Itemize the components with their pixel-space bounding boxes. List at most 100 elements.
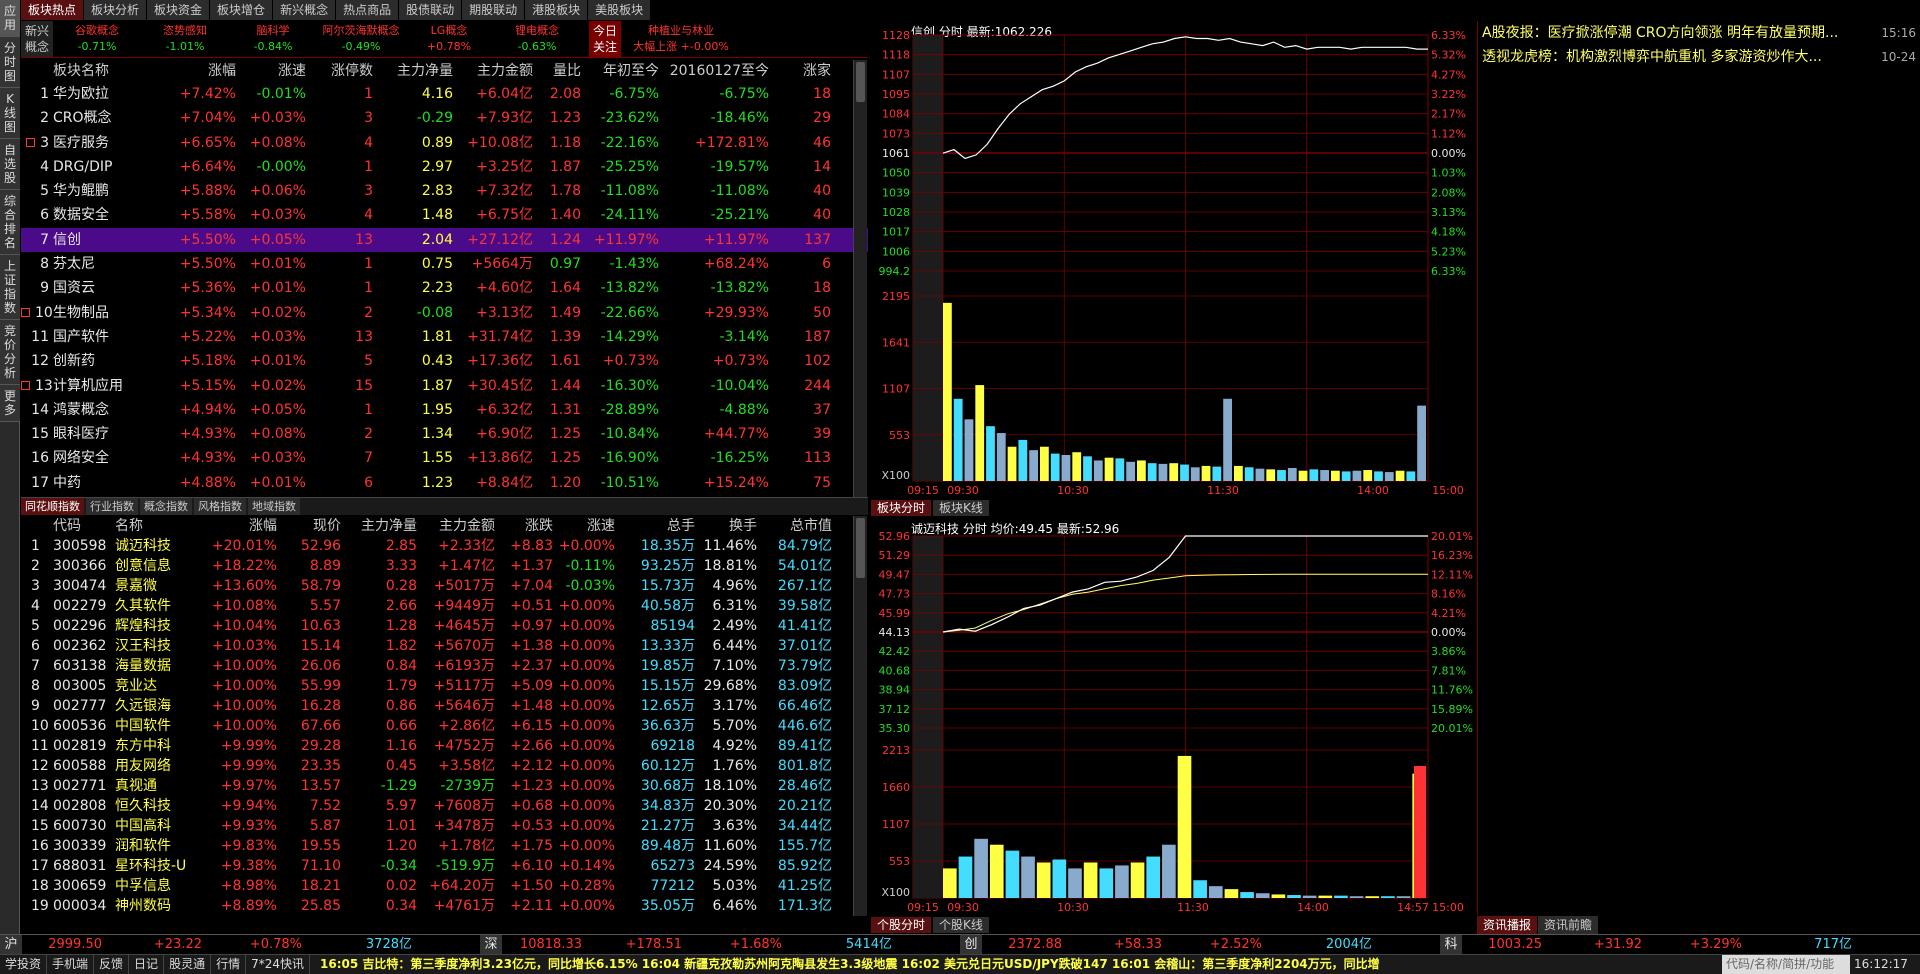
index-tab-1[interactable]: 行业指数	[86, 498, 138, 515]
news-tab-1[interactable]: 资讯前瞻	[1538, 916, 1600, 934]
col-header[interactable]: 年初至今	[581, 60, 659, 82]
sector-chart-tab-0[interactable]: 板块分时	[871, 500, 932, 516]
table-row[interactable]: 2 300366 创意信息 +18.22% 8.89 3.33 +1.47亿 +1.37 -0.…	[21, 556, 868, 576]
col-header[interactable]: 总手	[615, 516, 695, 536]
col-header[interactable]: 总市值	[757, 516, 832, 536]
table-row[interactable]: 13 002771 真视通 +9.97% 13.57 -1.29 -2739万 +1.23 +0…	[21, 776, 868, 796]
table-row[interactable]: 1 300598 诚迈科技 +20.01% 52.96 2.85 +2.33亿 +8.83 +0…	[21, 536, 868, 556]
index-quote[interactable]: 深 10818.33 +178.51 +1.68% 5414亿	[480, 935, 960, 954]
table-row[interactable]: 6 002362 汉王科技 +10.03% 15.14 1.82 +5670万 +1.38 +0…	[21, 636, 868, 656]
table-row[interactable]: 5 002296 辉煌科技 +10.04% 10.63 1.28 +4645万 +0.97 +0…	[21, 616, 868, 636]
top-tab-4[interactable]: 新兴概念	[273, 0, 337, 20]
top-tab-2[interactable]: 板块资金	[147, 0, 211, 20]
index-tab-4[interactable]: 地域指数	[248, 498, 300, 515]
col-header[interactable]: 板块名称	[53, 60, 168, 82]
sector-intraday-chart[interactable]: 信创 分时 最新:1062.226 1128 6.33% 1118 5.32% 1107 4…	[871, 21, 1476, 499]
table-row[interactable]: 15 600730 中国高科 +9.93% 5.87 1.01 +3478万 +0.53 +0.…	[21, 816, 868, 836]
table-row[interactable]: 16 网络安全 +4.93% +0.03% 7 1.55 +13.86亿 1.25 -16.90…	[21, 446, 868, 470]
index-quote[interactable]: 科 1003.25 +31.92 +3.29% 717亿	[1440, 935, 1920, 954]
col-header[interactable]: 现价	[277, 516, 341, 536]
status-item-3[interactable]: 日记	[129, 955, 165, 974]
col-header[interactable]: 涨家	[769, 60, 831, 82]
hot-concept-item[interactable]: 阿尔茨海默概念 -0.49%	[317, 21, 405, 57]
table-row[interactable]: 14 鸿蒙概念 +4.94% +0.05% 1 1.95 +6.32亿 1.31 -28.89%…	[21, 398, 868, 422]
top-tab-9[interactable]: 美股板块	[588, 0, 652, 20]
sector-chart-tab-1[interactable]: 板块K线	[933, 500, 989, 516]
table-row[interactable]: 13 计算机应用 +5.15% +0.02% 15 1.87 +30.45亿 1.44 -16.…	[21, 374, 868, 398]
table-row[interactable]: 17 中药 +4.88% +0.01% 6 1.23 +8.84亿 1.20 -10.51% +1…	[21, 471, 868, 495]
index-tab-0[interactable]: 同花顺指数	[21, 498, 84, 515]
status-item-5[interactable]: 行情	[211, 955, 247, 974]
col-header[interactable]: 名称	[115, 516, 205, 536]
table-row[interactable]: 4 DRG/DIP +6.64% -0.00% 1 2.97 +3.25亿 1.87 -25.2…	[21, 155, 868, 179]
col-header[interactable]	[21, 516, 53, 536]
table-row[interactable]: 11 002819 东方中科 +9.99% 29.28 1.16 +4752万 +2.66 +0…	[21, 736, 868, 756]
col-header[interactable]: 涨幅	[205, 516, 277, 536]
table-row[interactable]: 10 生物制品 +5.34% +0.02% 2 -0.08 +3.13亿 1.49 -22.66…	[21, 301, 868, 325]
news-item[interactable]: A股夜报：医疗掀涨停潮 CRO方向领涨 明年有放量预期... 15:16	[1478, 21, 1920, 45]
table-row[interactable]: 5 华为鲲鹏 +5.88% +0.06% 3 2.83 +7.32亿 1.78 -11.08% -…	[21, 179, 868, 203]
hot-concept-item[interactable]: 脑科学 -0.84%	[229, 21, 317, 57]
col-header[interactable]: 主力金额	[417, 516, 495, 536]
table-row[interactable]: 15 眼科医疗 +4.93% +0.08% 2 1.34 +6.90亿 1.25 -10.84%…	[21, 422, 868, 446]
stock-chart-tab-0[interactable]: 个股分时	[871, 917, 932, 933]
code-search-input[interactable]: 代码/名称/简拼/功能	[1722, 955, 1850, 974]
table-row[interactable]: 8 芬太尼 +5.50% +0.01% 1 0.75 +5664万 0.97 -1.43% +68…	[21, 252, 868, 276]
left-tab-2[interactable]: K线图	[0, 88, 20, 139]
hot-concept-item[interactable]: 锂电概念 -0.63%	[493, 21, 581, 57]
stock-chart-tab-1[interactable]: 个股K线	[933, 917, 989, 933]
index-tab-2[interactable]: 概念指数	[140, 498, 192, 515]
status-item-2[interactable]: 反馈	[94, 955, 130, 974]
top-tab-5[interactable]: 热点商品	[336, 0, 400, 20]
table-row[interactable]: 12 600588 用友网络 +9.99% 23.35 0.45 +3.58亿 +2.12 +0…	[21, 756, 868, 776]
col-header[interactable]: 涨停数	[306, 60, 373, 82]
status-item-6[interactable]: 7*24快讯	[246, 955, 310, 974]
index-quote[interactable]: 创 2372.88 +58.33 +2.52% 2004亿	[960, 935, 1440, 954]
hot-concept-item[interactable]: LG概念 +0.78%	[405, 21, 493, 57]
hot-concept-item[interactable]: 谷歌概念 -0.71%	[53, 21, 141, 57]
table-row[interactable]: 10 600536 中国软件 +10.00% 67.66 0.66 +2.86亿 +6.15 +…	[21, 716, 868, 736]
left-tab-5[interactable]: 上证指数	[0, 255, 20, 320]
col-header[interactable]: 涨速	[236, 60, 306, 82]
col-header[interactable]: 主力净量	[373, 60, 453, 82]
col-header[interactable]: 主力净量	[341, 516, 417, 536]
table-row[interactable]: 7 信创 +5.50% +0.05% 13 2.04 +27.12亿 1.24 +11.97% +…	[21, 227, 868, 253]
sector-table-scrollbar[interactable]	[853, 60, 867, 497]
top-tab-8[interactable]: 港股板块	[525, 0, 589, 20]
top-tab-6[interactable]: 股债联动	[399, 0, 463, 20]
left-tab-1[interactable]: 分时图	[0, 37, 20, 88]
left-tab-0[interactable]: 应用	[0, 0, 20, 37]
table-row[interactable]: 1 华为欧拉 +7.42% -0.01% 1 4.16 +6.04亿 2.08 -6.75% -6…	[21, 82, 868, 106]
table-row[interactable]: 3 300474 景嘉微 +13.60% 58.79 0.28 +5017万 +7.04 -0.…	[21, 576, 868, 596]
news-item[interactable]: 透视龙虎榜：机构激烈博弈中航重机 多家游资炒作大... 10-24	[1478, 45, 1920, 69]
col-header[interactable]: 涨速	[553, 516, 615, 536]
table-row[interactable]: 12 创新药 +5.18% +0.01% 5 0.43 +17.36亿 1.61 +0.73% +…	[21, 349, 868, 373]
table-row[interactable]: 7 603138 海量数据 +10.00% 26.06 0.84 +6193万 +2.37 +0…	[21, 656, 868, 676]
top-tab-3[interactable]: 板块增仓	[210, 0, 274, 20]
status-item-1[interactable]: 手机端	[47, 955, 95, 974]
col-header[interactable]: 代码	[53, 516, 115, 536]
table-row[interactable]: 6 数据安全 +5.58% +0.03% 4 1.48 +6.75亿 1.40 -24.11% -…	[21, 203, 868, 227]
table-row[interactable]: 3 医疗服务 +6.65% +0.08% 4 0.89 +10.08亿 1.18 -22.16%…	[21, 131, 868, 155]
left-tab-6[interactable]: 竞价分析	[0, 320, 20, 385]
col-header[interactable]: 涨跌	[495, 516, 553, 536]
status-item-4[interactable]: 股灵通	[164, 955, 212, 974]
col-header[interactable]: 主力金额	[453, 60, 533, 82]
col-header[interactable]: 涨幅	[168, 60, 236, 82]
col-header[interactable]: 量比	[533, 60, 581, 82]
top-tab-7[interactable]: 期股联动	[462, 0, 526, 20]
index-quote[interactable]: 沪 2999.50 +23.22 +0.78% 3728亿	[0, 935, 480, 954]
left-tab-3[interactable]: 自选股	[0, 139, 20, 190]
table-row[interactable]: 9 002777 久远银海 +10.00% 16.28 0.86 +5646万 +1.48 +0…	[21, 696, 868, 716]
table-row[interactable]: 9 国资云 +5.36% +0.01% 1 2.23 +4.60亿 1.64 -13.82% -1…	[21, 276, 868, 300]
left-tab-4[interactable]: 综合排名	[0, 190, 20, 255]
table-row[interactable]: 11 国产软件 +5.22% +0.03% 13 1.81 +31.74亿 1.39 -14.2…	[21, 325, 868, 349]
table-row[interactable]: 2 CRO概念 +7.04% +0.03% 3 -0.29 +7.93亿 1.23 -23.62…	[21, 106, 868, 130]
col-header[interactable]	[21, 60, 53, 82]
today-focus-item[interactable]: 种植业与林业 大幅上涨 +-0.00%	[621, 21, 741, 57]
table-row[interactable]: 8 003005 竞业达 +10.00% 55.99 1.79 +5117万 +5.09 +0.…	[21, 676, 868, 696]
stock-table-scrollbar[interactable]	[853, 516, 867, 916]
table-row[interactable]: 18 300659 中孚信息 +8.98% 18.21 0.02 +64.20万 +1.50 +…	[21, 876, 868, 896]
top-tab-1[interactable]: 板块分析	[84, 0, 148, 20]
status-item-0[interactable]: 学投资	[0, 955, 48, 974]
